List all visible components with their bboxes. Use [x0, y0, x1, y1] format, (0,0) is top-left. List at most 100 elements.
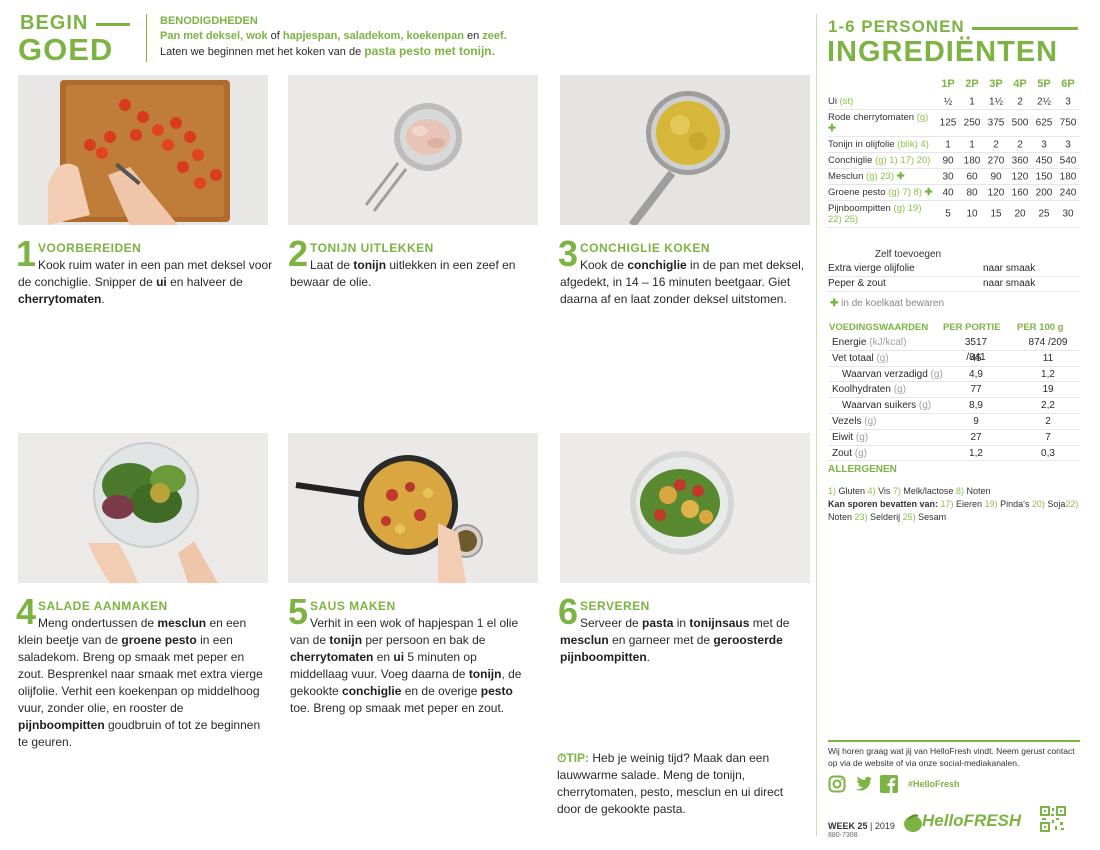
ingredient-value: 240	[1059, 187, 1077, 198]
benodigdheden-block: BENODIGDHEDEN Pan met deksel, wok of hap…	[160, 14, 620, 60]
step-number: 3	[558, 233, 579, 274]
nutrition-row: Vezels (g) 9 2	[828, 414, 1080, 430]
facebook-icon[interactable]	[880, 775, 898, 793]
panel-divider	[816, 14, 817, 836]
nutrition-title: VOEDINGSWAARDEN	[829, 322, 929, 333]
twitter-icon[interactable]	[854, 775, 872, 793]
nutrition-per-100g: 19	[1042, 384, 1054, 396]
photo-step-6	[560, 433, 810, 583]
col-2p: 2P	[965, 78, 979, 90]
plus-icon: ✚	[828, 123, 836, 134]
allergens-contains: 1) Gluten 4) Vis 7) Melk/lactose 8) Note…	[828, 486, 991, 496]
ingredient-value: 80	[966, 187, 978, 198]
zelf-row: Extra vierge olijfolie naar smaak	[828, 262, 1080, 277]
nutrition-per-100g: 11	[1042, 352, 1054, 364]
equipment-sep: .	[503, 30, 507, 42]
nutrition-per-portion: 27	[970, 431, 982, 443]
ingredient-value: 540	[1059, 155, 1077, 166]
ingredient-value: 1	[969, 96, 975, 107]
ingredient-value: 3	[1065, 96, 1071, 107]
ingredient-value: 60	[966, 171, 978, 182]
photo-wok	[288, 433, 538, 583]
ingredient-value: 200	[1035, 187, 1053, 198]
ingredient-value: 3	[1065, 139, 1071, 150]
ingredient-row: Rode cherrytomaten (g) ✚ 125 250 375 500 625 7…	[828, 110, 1080, 137]
photo-saucepan	[560, 75, 810, 225]
equipment-sep: en	[463, 30, 483, 42]
ingredient-value: ½	[943, 96, 953, 107]
photo-step-1	[18, 75, 268, 225]
ingredient-value: 250	[963, 117, 981, 129]
nutrition-per-100g: 2,2	[1041, 400, 1055, 412]
step-6: 6 SERVEREN Serveer de pasta in tonijnsau…	[558, 594, 805, 666]
ingredient-value: 20	[1014, 208, 1026, 220]
nutrition-header: VOEDINGSWAARDEN PER PORTIE PER 100 g	[828, 322, 1080, 334]
ingredient-value: 270	[987, 155, 1005, 166]
ingredient-value: 150	[1035, 171, 1053, 182]
ingredient-row: Groene pesto (g) 7) 8) ✚ 40 80 120 160 200 240	[828, 185, 1080, 201]
ingredient-name: Tonijn in olijfolie (blik) 4)	[828, 139, 929, 150]
nutrition-row: Energie (kJ/kcal) 3517 /841 874 /209	[828, 335, 1080, 363]
ingredient-value: 1	[969, 139, 975, 150]
ingredient-value: 180	[1059, 171, 1077, 182]
ingredient-value: 2½	[1037, 96, 1051, 107]
zelf-value: naar smaak	[983, 278, 1036, 289]
ingredient-value: 2	[993, 139, 999, 150]
hellofresh-logo: HelloFRESH	[922, 811, 1022, 830]
footer-rule	[828, 740, 1080, 742]
nutrition-row: Vet totaal (g) 45 11	[828, 351, 1080, 367]
col-per-portie: PER PORTIE	[943, 322, 1001, 333]
step-title: VOORBEREIDEN	[38, 241, 142, 255]
step-5: 5 SAUS MAKEN Verhit in een wok of hapjes…	[288, 594, 535, 717]
allergen-refs: 23)	[877, 171, 894, 182]
ingredient-value: 10	[966, 208, 978, 220]
ingredient-row: Mesclun (g) 23) ✚ 30 60 90 120 150 180	[828, 169, 1080, 185]
intro-text: Laten we beginnen met het koken van de	[160, 46, 365, 58]
ingredient-value: 2	[1017, 139, 1023, 150]
nutrition-row: Zout (g) 1,2 0,3	[828, 446, 1080, 462]
qr-code-icon	[1040, 806, 1066, 832]
ingredient-value: 2	[1017, 96, 1023, 107]
hashtag: #HelloFresh	[908, 779, 960, 789]
ingredient-row: Pijnboompitten (g) 19) 22) 25) 5 10 15 20 25 3…	[828, 201, 1080, 228]
nutrition-name: Vet totaal (g)	[832, 352, 889, 364]
allergen-refs: 1) 17) 20)	[886, 155, 931, 166]
step-number: 1	[16, 233, 37, 274]
ingredient-value: 5	[945, 208, 951, 220]
header-divider	[146, 14, 147, 62]
photo-sieve	[288, 75, 538, 225]
photo-cutting-board	[18, 75, 268, 225]
step-text: Kook de conchiglie in de pan met deksel,…	[560, 258, 805, 306]
nutrition-per-portion: 45	[970, 352, 982, 364]
ingredient-value: 30	[1062, 208, 1074, 220]
nutrition-name: Eiwit (g)	[832, 431, 869, 443]
ingredient-value: 40	[942, 187, 954, 198]
allergen-refs: 7) 8)	[899, 187, 923, 198]
nutrition-row: Waarvan verzadigd (g) 4,9 1,2	[828, 367, 1080, 383]
col-5p: 5P	[1037, 78, 1051, 90]
photo-step-2	[288, 75, 538, 225]
nutrition-per-portion: 1,2	[969, 447, 983, 459]
fridge-note: ✚ in de koelkaat bewaren	[830, 298, 945, 309]
photo-salad-bowl	[18, 433, 268, 583]
ingredient-value: 90	[990, 171, 1002, 182]
ingredient-value: 500	[1011, 117, 1029, 129]
step-title: CONCHIGLIE KOKEN	[580, 241, 711, 255]
col-3p: 3P	[989, 78, 1003, 90]
instagram-icon[interactable]	[828, 775, 846, 793]
step-number: 5	[288, 591, 309, 632]
col-4p: 4P	[1013, 78, 1027, 90]
plus-icon: ✚	[922, 187, 933, 198]
nutrition-name: Koolhydraten (g)	[832, 384, 906, 396]
step-2: 2 TONIJN UITLEKKEN Laat de tonijn uitlek…	[288, 236, 535, 291]
ingredient-name: Mesclun (g) 23) ✚	[828, 171, 905, 182]
zelf-name: Extra vierge olijfolie	[828, 263, 915, 274]
allergen-refs: 4)	[917, 139, 929, 150]
photo-plated-dish	[560, 433, 810, 583]
week-label: WEEK 25 | 2019	[828, 821, 895, 831]
equipment-item: koekenpan	[406, 30, 464, 42]
step-4: 4 SALADE AANMAKEN Meng ondertussen de me…	[16, 594, 270, 751]
ingredient-name: Groene pesto (g) 7) 8) ✚	[828, 187, 933, 198]
ingredient-value: 25	[1038, 208, 1050, 220]
nutrition-name: Zout (g)	[832, 447, 868, 459]
